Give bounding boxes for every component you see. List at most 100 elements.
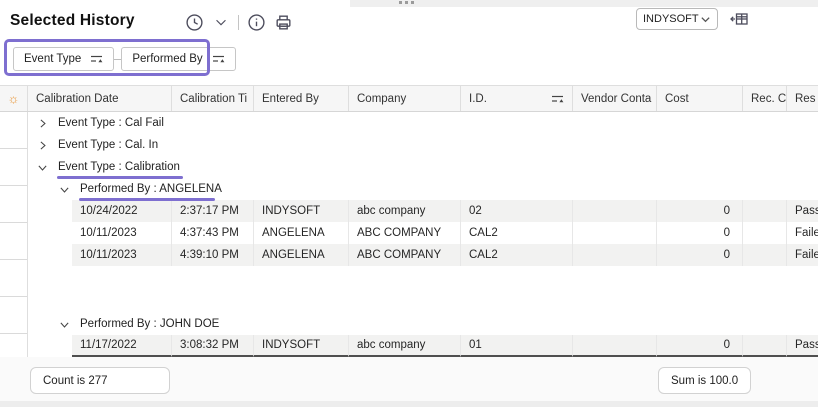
group-row-calibration[interactable]: Event Type : Calibration <box>28 156 818 178</box>
table-row[interactable]: 10/11/2023 4:37:43 PM ANGELENA ABC COMPA… <box>28 222 818 244</box>
cell-rec-cost <box>743 222 787 244</box>
count-summary: Count is 277 <box>30 367 170 394</box>
group-row-label: Event Type : Calibration <box>58 161 180 173</box>
sort-ascending-icon[interactable] <box>212 54 225 64</box>
drag-handle[interactable] <box>399 1 414 4</box>
group-chip-performed-by[interactable]: Performed By <box>121 47 235 71</box>
cell-entered-by: ANGELENA <box>254 244 349 266</box>
cell-vendor-contact <box>573 222 657 244</box>
summary-footer: Count is 277 Sum is 100.0 <box>0 357 818 401</box>
cell-result: Faile <box>787 222 818 244</box>
group-row-label: Performed By : ANGELENA <box>80 183 222 195</box>
column-header-result[interactable]: Res <box>787 86 818 111</box>
sum-summary: Sum is 100.0 <box>658 367 751 394</box>
group-row-label: Event Type : Cal. In <box>58 139 158 151</box>
sun-icon: ☼ <box>8 92 20 105</box>
grid-body: Event Type : Cal Fail Event Type : Cal. … <box>0 112 818 357</box>
top-strip <box>350 0 818 7</box>
toolbar <box>184 12 293 32</box>
grid-header-row: ☼ Calibration Date Calibration Ti Entere… <box>0 85 818 112</box>
field-list-icon <box>730 10 749 28</box>
cell-vendor-contact <box>573 200 657 222</box>
group-indent <box>28 222 72 244</box>
cell-entered-by: INDYSOFT <box>254 335 349 357</box>
cell-rec-cost <box>743 335 787 357</box>
group-indent <box>28 335 72 357</box>
cell-company: ABC COMPANY <box>349 222 461 244</box>
page-title: Selected History <box>10 12 135 30</box>
cell-id: CAL2 <box>461 244 573 266</box>
cell-cost: 0 <box>657 335 743 357</box>
sort-ascending-icon[interactable] <box>90 54 103 64</box>
info-button[interactable] <box>246 12 266 32</box>
cell-entered-by: INDYSOFT <box>254 200 349 222</box>
cell-vendor-contact <box>573 244 657 266</box>
cell-result: Pass <box>787 335 818 357</box>
cell-calibration-time: 2:37:17 PM <box>172 200 254 222</box>
cell-rec-cost <box>743 200 787 222</box>
cell-cost: 0 <box>657 200 743 222</box>
cell-company: ABC COMPANY <box>349 244 461 266</box>
collapse-chevron-down-icon[interactable] <box>58 183 71 196</box>
printer-icon <box>274 13 293 32</box>
column-header-cost[interactable]: Cost <box>657 86 743 111</box>
toolbar-divider <box>238 15 239 30</box>
group-row-cal-in[interactable]: Event Type : Cal. In <box>28 134 818 156</box>
cell-result: Pass <box>787 200 818 222</box>
dashboard-source-select[interactable]: INDYSOFT <box>636 8 718 30</box>
collapse-chevron-down-icon[interactable] <box>36 161 49 174</box>
group-indent <box>28 244 72 266</box>
group-row-cal-fail[interactable]: Event Type : Cal Fail <box>28 112 818 134</box>
table-row[interactable]: 11/17/2022 3:08:32 PM INDYSOFT abc compa… <box>28 335 818 357</box>
group-indent <box>28 200 72 222</box>
collapse-chevron-down-icon[interactable] <box>58 318 71 331</box>
cell-cost: 0 <box>657 244 743 266</box>
row-indicator-column <box>0 112 28 357</box>
dropdown-chevron-button[interactable] <box>211 12 231 32</box>
cell-calibration-time: 4:39:10 PM <box>172 244 254 266</box>
group-row-label: Performed By : JOHN DOE <box>80 318 219 330</box>
print-button[interactable] <box>273 12 293 32</box>
history-grid: ☼ Calibration Date Calibration Ti Entere… <box>0 85 818 357</box>
cell-calibration-date: 11/17/2022 <box>72 335 172 357</box>
column-header-vendor-contact[interactable]: Vendor Conta <box>573 86 657 111</box>
cell-entered-by: ANGELENA <box>254 222 349 244</box>
chevron-down-icon <box>700 14 711 25</box>
column-header-company[interactable]: Company <box>349 86 461 111</box>
column-header-label: I.D. <box>469 93 487 105</box>
cell-id: CAL2 <box>461 222 573 244</box>
column-header-rec-cost[interactable]: Rec. Co <box>743 86 787 111</box>
chevron-down-icon <box>213 14 229 30</box>
group-chip-event-type[interactable]: Event Type <box>13 47 114 71</box>
group-gap <box>28 266 818 313</box>
dashboard-screen: Selected History INDYSOFT Event Type <box>0 0 818 407</box>
cell-company: abc company <box>349 335 461 357</box>
history-clock-button[interactable] <box>184 12 204 32</box>
cell-calibration-date: 10/11/2023 <box>72 244 172 266</box>
cell-company: abc company <box>349 200 461 222</box>
column-header-id[interactable]: I.D. <box>461 86 573 111</box>
cell-calibration-time: 3:08:32 PM <box>172 335 254 357</box>
cell-id: 01 <box>461 335 573 357</box>
cell-cost: 0 <box>657 222 743 244</box>
table-row[interactable]: 10/24/2022 2:37:17 PM INDYSOFT abc compa… <box>28 200 818 222</box>
column-header-calibration-date[interactable]: Calibration Date <box>28 86 172 111</box>
group-row-john-doe[interactable]: Performed By : JOHN DOE <box>28 313 818 335</box>
group-row-angelena[interactable]: Performed By : ANGELENA <box>28 178 818 200</box>
cell-rec-cost <box>743 244 787 266</box>
column-header-entered-by[interactable]: Entered By <box>254 86 349 111</box>
row-indicator-header[interactable]: ☼ <box>0 86 28 111</box>
column-header-calibration-time[interactable]: Calibration Ti <box>172 86 254 111</box>
chip-connector <box>114 59 121 60</box>
expand-chevron-right-icon[interactable] <box>36 117 49 130</box>
sort-ascending-icon <box>551 94 564 104</box>
expand-chevron-right-icon[interactable] <box>36 139 49 152</box>
cell-calibration-time: 4:37:43 PM <box>172 222 254 244</box>
group-chip-label: Performed By <box>132 53 202 65</box>
table-row[interactable]: 10/11/2023 4:39:10 PM ANGELENA ABC COMPA… <box>28 244 818 266</box>
group-chip-label: Event Type <box>24 53 81 65</box>
cell-id: 02 <box>461 200 573 222</box>
cell-calibration-date: 10/11/2023 <box>72 222 172 244</box>
field-list-button[interactable] <box>728 9 750 29</box>
cell-result: Faile <box>787 244 818 266</box>
